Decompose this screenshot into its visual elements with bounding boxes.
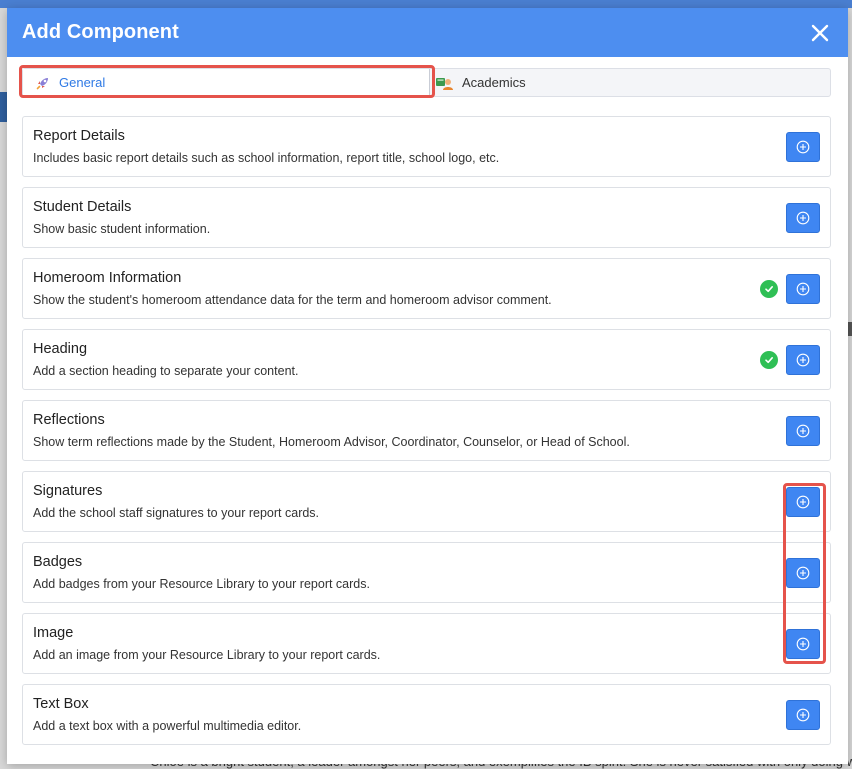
student-icon xyxy=(436,75,454,91)
plus-circle-icon xyxy=(796,282,810,296)
component-title: Text Box xyxy=(33,696,89,712)
component-description: Show the student's homeroom attendance d… xyxy=(33,293,552,307)
component-description: Add a text box with a powerful multimedi… xyxy=(33,719,302,733)
component-card-signatures: Signatures Add the school staff signatur… xyxy=(22,471,831,532)
plus-circle-icon xyxy=(796,708,810,722)
add-image-button[interactable] xyxy=(786,629,820,659)
add-component-modal: Add Component General Academics Report D… xyxy=(7,8,848,764)
modal-title: Add Component xyxy=(22,21,179,43)
tab-general[interactable]: General xyxy=(23,69,430,96)
add-badges-button[interactable] xyxy=(786,558,820,588)
tab-academics-label: Academics xyxy=(462,75,526,90)
plus-circle-icon xyxy=(796,495,810,509)
component-title: Badges xyxy=(33,554,83,570)
component-title: Heading xyxy=(33,341,88,357)
add-signatures-button[interactable] xyxy=(786,487,820,517)
plus-circle-icon xyxy=(796,353,810,367)
modal-header: Add Component xyxy=(7,8,848,57)
check-icon xyxy=(760,351,778,369)
component-card-reflections: Reflections Show term reflections made b… xyxy=(22,400,831,461)
tab-general-label: General xyxy=(59,75,106,90)
plus-circle-icon xyxy=(796,424,810,438)
component-card-report-details: Report Details Includes basic report det… xyxy=(22,116,831,177)
component-description: Show basic student information. xyxy=(33,222,211,236)
component-title: Signatures xyxy=(33,483,103,499)
close-button[interactable] xyxy=(808,21,832,45)
component-card-heading: Heading Add a section heading to separat… xyxy=(22,329,831,390)
background-edge xyxy=(848,322,852,336)
tab-academics[interactable]: Academics xyxy=(430,69,830,96)
component-title: Reflections xyxy=(33,412,105,428)
rocket-icon xyxy=(35,75,51,91)
add-homeroom-information-button[interactable] xyxy=(786,274,820,304)
component-tabs: General Academics xyxy=(22,68,831,97)
add-text-box-button[interactable] xyxy=(786,700,820,730)
add-student-details-button[interactable] xyxy=(786,203,820,233)
component-description: Add the school staff signatures to your … xyxy=(33,506,320,520)
plus-circle-icon xyxy=(796,566,810,580)
close-icon xyxy=(811,24,829,41)
component-card-text-box: Text Box Add a text box with a powerful … xyxy=(22,684,831,745)
component-card-badges: Badges Add badges from your Resource Lib… xyxy=(22,542,831,603)
component-title: Image xyxy=(33,625,74,641)
component-description: Show term reflections made by the Studen… xyxy=(33,435,630,449)
add-heading-button[interactable] xyxy=(786,345,820,375)
component-title: Student Details xyxy=(33,199,132,215)
component-description: Add a section heading to separate your c… xyxy=(33,364,299,378)
component-title: Report Details xyxy=(33,128,125,144)
component-card-student-details: Student Details Show basic student infor… xyxy=(22,187,831,248)
add-report-details-button[interactable] xyxy=(786,132,820,162)
component-description: Includes basic report details such as sc… xyxy=(33,151,500,165)
plus-circle-icon xyxy=(796,140,810,154)
component-description: Add badges from your Resource Library to… xyxy=(33,577,370,591)
component-card-image: Image Add an image from your Resource Li… xyxy=(22,613,831,674)
component-card-homeroom-information: Homeroom Information Show the student's … xyxy=(22,258,831,319)
add-reflections-button[interactable] xyxy=(786,416,820,446)
plus-circle-icon xyxy=(796,211,810,225)
component-description: Add an image from your Resource Library … xyxy=(33,648,381,662)
check-icon xyxy=(760,280,778,298)
component-list: Report Details Includes basic report det… xyxy=(22,116,831,755)
background-topbar xyxy=(0,0,852,8)
plus-circle-icon xyxy=(796,637,810,651)
component-title: Homeroom Information xyxy=(33,270,182,286)
